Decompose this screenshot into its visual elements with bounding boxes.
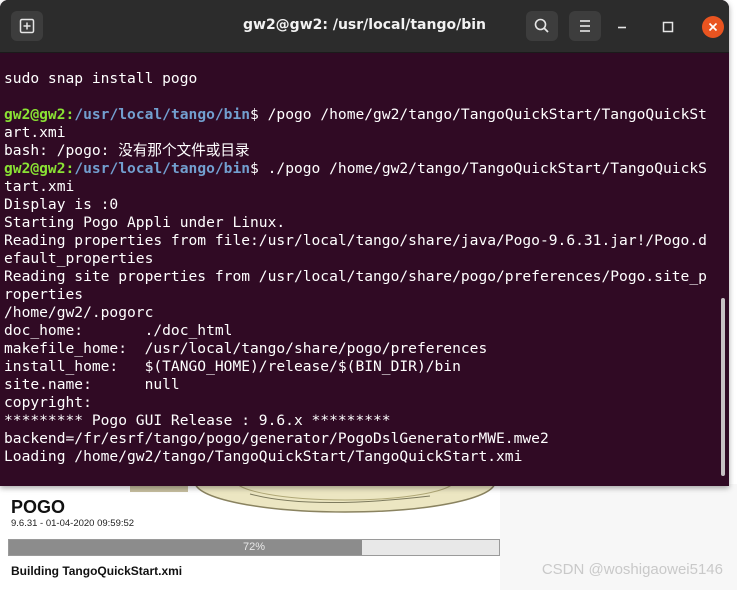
close-button[interactable] [702,16,724,38]
terminal-line-text: copyright: [4,394,92,411]
prompt-user: gw2@gw2 [4,160,66,177]
minimize-icon [618,26,626,29]
terminal-line: /home/gw2/.pogorc [4,304,729,322]
terminal-line: bash: /pogo: 没有那个文件或目录 [4,142,729,160]
terminal-window[interactable]: gw2@gw2: /usr/local/tango/bin sudo snap … [0,0,729,486]
terminal-line-text: roperties [4,286,84,303]
terminal-line: Reading site properties from /usr/local/… [4,268,729,286]
terminal-line-text: art.xmi [4,124,66,141]
terminal-line-text: Reading properties from file:/usr/local/… [4,232,707,249]
new-tab-icon [19,18,35,34]
maximize-button[interactable] [657,16,679,38]
build-progress-bar: 72% [8,539,500,556]
terminal-line-text: tart.xmi [4,178,75,195]
hamburger-menu-icon [580,20,590,32]
terminal-line: tart.xmi [4,178,729,196]
search-button[interactable] [526,11,558,41]
terminal-line: ********* Pogo GUI Release : 9.6.x *****… [4,412,729,430]
prompt-separator: : [65,160,75,177]
terminal-line-text: efault_properties [4,250,154,267]
terminal-line: backend=/fr/esrf/tango/pogo/generator/Po… [4,430,729,448]
prompt-user: gw2@gw2 [4,106,66,123]
terminal-line: site.name: null [4,376,729,394]
terminal-line: Display is :0 [4,196,729,214]
terminal-line: gw2@gw2:/usr/local/tango/bin$ ./pogo /ho… [4,160,729,178]
maximize-icon [662,21,674,33]
terminal-line-text: doc_home: ./doc_html [4,322,233,339]
terminal-line: gw2@gw2:/usr/local/tango/bin$ /pogo /hom… [4,106,729,124]
terminal-output[interactable]: sudo snap install pogo gw2@gw2:/usr/local… [4,70,729,466]
terminal-line-text: $ ./pogo /home/gw2/tango/TangoQuickStart… [250,160,707,177]
pogo-title: POGO [11,497,66,517]
terminal-line-text: bash: /pogo: 没有那个文件或目录 [4,142,250,159]
prompt-path: /usr/local/tango/bin [74,106,251,123]
terminal-line-text: $ /pogo /home/gw2/tango/TangoQuickStart/… [250,106,707,123]
terminal-scrollbar[interactable] [721,298,725,476]
terminal-line-text: install_home: $(TANGO_HOME)/release/$(BI… [4,358,461,375]
terminal-line: copyright: [4,394,729,412]
terminal-line-text: backend=/fr/esrf/tango/pogo/generator/Po… [4,430,549,447]
terminal-line: Starting Pogo Appli under Linux. [4,214,729,232]
terminal-line-text: Reading site properties from /usr/local/… [4,268,707,285]
terminal-line: Loading /home/gw2/tango/TangoQuickStart/… [4,448,729,466]
terminal-line: sudo snap install pogo [4,70,729,88]
terminal-line-text: makefile_home: /usr/local/tango/share/po… [4,340,488,357]
terminal-line-text: /home/gw2/.pogorc [4,304,154,321]
pogo-version: 9.6.31 - 01-04-2020 09:59:52 [11,518,135,529]
new-tab-button[interactable] [11,11,43,41]
terminal-line: install_home: $(TANGO_HOME)/release/$(BI… [4,358,729,376]
terminal-line: doc_home: ./doc_html [4,322,729,340]
terminal-line-text: Starting Pogo Appli under Linux. [4,214,286,231]
search-icon [534,18,549,33]
terminal-line-text: ********* Pogo GUI Release : 9.6.x *****… [4,412,391,429]
terminal-line-text: Loading /home/gw2/tango/TangoQuickStart/… [4,448,523,465]
terminal-line: art.xmi [4,124,729,142]
terminal-line-text: Display is :0 [4,196,119,213]
build-status: Building TangoQuickStart.xmi [11,564,183,578]
prompt-path: /usr/local/tango/bin [74,160,251,177]
minimize-button[interactable] [611,16,633,38]
progress-label: 72% [242,541,266,553]
watermark: CSDN @woshigaowei5146 [541,561,723,578]
terminal-line-text: sudo snap install pogo [4,70,198,87]
terminal-line: efault_properties [4,250,729,268]
prompt-separator: : [65,106,75,123]
terminal-line-text: site.name: null [4,376,180,393]
terminal-line: Reading properties from file:/usr/local/… [4,232,729,250]
close-icon [708,22,718,32]
menu-button[interactable] [569,11,601,41]
terminal-titlebar[interactable]: gw2@gw2: /usr/local/tango/bin [0,0,729,53]
terminal-line: makefile_home: /usr/local/tango/share/po… [4,340,729,358]
terminal-line: roperties [4,286,729,304]
